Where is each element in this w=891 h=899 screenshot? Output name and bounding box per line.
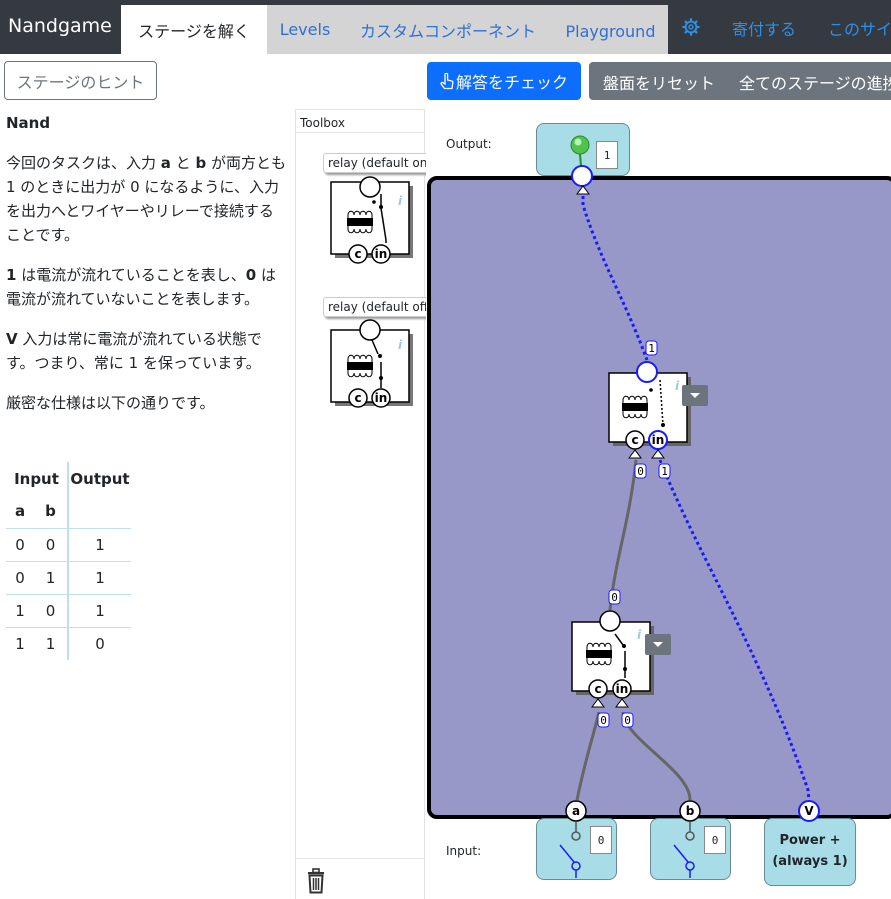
relay-top-dropdown[interactable] — [682, 385, 708, 406]
switch-b-icon[interactable] — [673, 822, 695, 878]
svg-text:0: 0 — [624, 714, 631, 727]
svg-text:c: c — [354, 391, 361, 405]
switch-a-icon[interactable] — [559, 822, 581, 878]
svg-text:in: in — [375, 391, 388, 405]
svg-text:a: a — [572, 804, 580, 818]
wires — [575, 190, 811, 801]
svg-text:in: in — [616, 682, 629, 696]
svg-text:in: in — [375, 247, 388, 261]
svg-text:1: 1 — [661, 465, 668, 478]
svg-text:0: 0 — [611, 591, 618, 604]
svg-text:in: in — [652, 433, 665, 447]
input-pins: a b V — [565, 800, 820, 822]
svg-text:c: c — [594, 682, 601, 696]
wire-input-a[interactable] — [575, 711, 601, 801]
wire-power[interactable] — [658, 459, 811, 801]
wire-top-c[interactable] — [608, 459, 638, 611]
circuit-overlay: i c in i c in 1 0 1 0 0 0 i c in i c in … — [330, 135, 820, 878]
toolbox-relay-on[interactable]: i c in — [330, 176, 413, 264]
svg-text:c: c — [631, 433, 638, 447]
svg-text:c: c — [354, 247, 361, 261]
output-lamp — [570, 135, 593, 195]
svg-text:V: V — [804, 804, 814, 818]
wire-output[interactable] — [581, 190, 649, 361]
svg-text:0: 0 — [637, 465, 644, 478]
board-relay-bottom[interactable]: i c in — [571, 610, 654, 708]
svg-text:1: 1 — [648, 342, 655, 355]
relay-bottom-dropdown[interactable] — [645, 634, 671, 655]
svg-text:b: b — [686, 804, 695, 818]
board-relay-top[interactable]: i c in — [608, 361, 691, 459]
toolbox-relay-off[interactable]: i c in — [330, 319, 413, 408]
svg-text:0: 0 — [600, 714, 607, 727]
